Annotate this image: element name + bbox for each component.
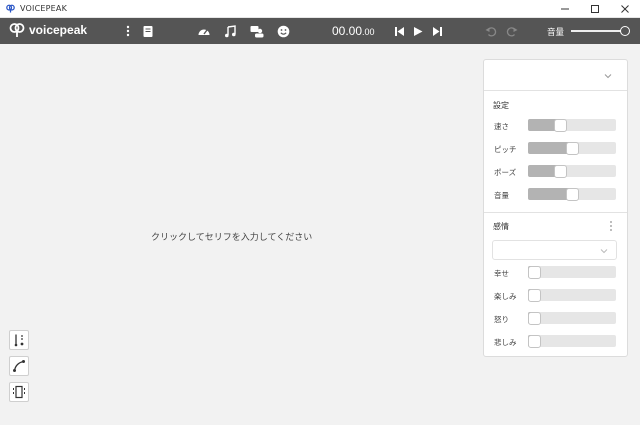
emotion-label: 怒り xyxy=(494,315,509,324)
emotion-more-icon[interactable] xyxy=(608,221,614,231)
minimize-button[interactable] xyxy=(550,0,580,18)
frame-tool-icon xyxy=(13,385,25,399)
fun-slider-thumb[interactable] xyxy=(528,288,541,302)
angry-slider[interactable] xyxy=(528,312,616,324)
main-toolbar: voicepeak 00.00.00 音量 xyxy=(0,18,640,44)
setting-label: 速さ xyxy=(494,122,509,131)
happy-slider-thumb[interactable] xyxy=(528,265,541,279)
timecode-display: 00.00.00 xyxy=(332,24,375,38)
dictionary-icon xyxy=(143,25,153,37)
split-tool-icon xyxy=(14,334,24,347)
curve-tool-button[interactable] xyxy=(9,356,29,376)
play-icon xyxy=(414,26,423,36)
emotion-button[interactable] xyxy=(276,24,290,38)
skip-back-icon xyxy=(394,26,404,36)
volume-label: 音量 xyxy=(547,28,565,38)
window-titlebar: VOICEPEAK xyxy=(0,0,640,18)
speed-icon xyxy=(198,29,210,35)
emotion-label: 悲しみ xyxy=(494,338,517,347)
emotion-section-title: 感情 xyxy=(493,222,509,231)
emotion-preset-select[interactable] xyxy=(492,240,617,260)
panel-divider xyxy=(484,212,627,213)
speed-button[interactable] xyxy=(197,24,211,38)
dictionary-button[interactable] xyxy=(141,24,155,38)
undo-icon xyxy=(485,26,497,37)
skip-forward-icon xyxy=(432,26,442,36)
close-button[interactable] xyxy=(610,0,640,18)
pitch-slider-thumb[interactable] xyxy=(565,141,579,155)
redo-button[interactable] xyxy=(505,24,519,38)
speed-slider[interactable] xyxy=(528,119,616,131)
sad-slider[interactable] xyxy=(528,335,616,347)
minimize-icon xyxy=(561,8,569,10)
narrator-button[interactable] xyxy=(250,24,264,38)
chevron-down-icon xyxy=(604,74,612,79)
undo-button[interactable] xyxy=(484,24,498,38)
emotion-label: 幸せ xyxy=(494,269,509,278)
pause-slider[interactable] xyxy=(528,165,616,177)
settings-section-title: 設定 xyxy=(493,101,509,110)
maximize-icon xyxy=(591,5,599,13)
happy-slider[interactable] xyxy=(528,266,616,278)
redo-icon xyxy=(506,26,518,37)
angry-slider-thumb[interactable] xyxy=(528,311,541,325)
pause-slider-thumb[interactable] xyxy=(554,164,568,178)
close-icon xyxy=(621,5,629,13)
emotion-label: 楽しみ xyxy=(494,292,517,301)
split-tool-button[interactable] xyxy=(9,330,29,350)
fun-slider[interactable] xyxy=(528,289,616,301)
setting-label: ポーズ xyxy=(494,168,517,177)
curve-tool-icon xyxy=(13,360,25,372)
music-note-icon xyxy=(225,24,236,37)
master-volume-slider[interactable] xyxy=(571,30,625,32)
timecode-main: 00.00 xyxy=(332,24,363,38)
more-vert-icon xyxy=(126,25,130,37)
voicepeak-logo: voicepeak xyxy=(9,22,87,38)
menu-button[interactable] xyxy=(121,24,135,38)
app-logo-icon xyxy=(9,23,25,37)
music-button[interactable] xyxy=(223,24,237,38)
voice-parameter-panel: 設定 速さ ピッチ ポーズ 音量 感情 幸せ 楽しみ 怒り 悲しみ xyxy=(483,59,628,357)
narrator-preset-select[interactable] xyxy=(484,60,627,91)
app-logo-icon xyxy=(5,4,15,14)
timecode-small: .00 xyxy=(362,27,375,37)
window-title: VOICEPEAK xyxy=(20,4,68,13)
editor-placeholder[interactable]: クリックしてセリフを入力してください xyxy=(151,230,312,243)
skip-back-button[interactable] xyxy=(392,24,406,38)
speed-slider-thumb[interactable] xyxy=(554,118,568,132)
setting-label: ピッチ xyxy=(494,145,517,154)
frame-tool-button[interactable] xyxy=(9,382,29,402)
volume-slider-thumb[interactable] xyxy=(565,187,579,201)
master-volume-thumb[interactable] xyxy=(620,26,630,36)
emotion-face-icon xyxy=(277,25,289,37)
play-button[interactable] xyxy=(411,24,425,38)
narrator-icon xyxy=(250,25,264,37)
skip-forward-button[interactable] xyxy=(430,24,444,38)
setting-label: 音量 xyxy=(494,191,509,200)
sad-slider-thumb[interactable] xyxy=(528,334,541,348)
logo-text: voicepeak xyxy=(29,23,88,37)
maximize-button[interactable] xyxy=(580,0,610,18)
chevron-down-icon xyxy=(600,249,608,254)
